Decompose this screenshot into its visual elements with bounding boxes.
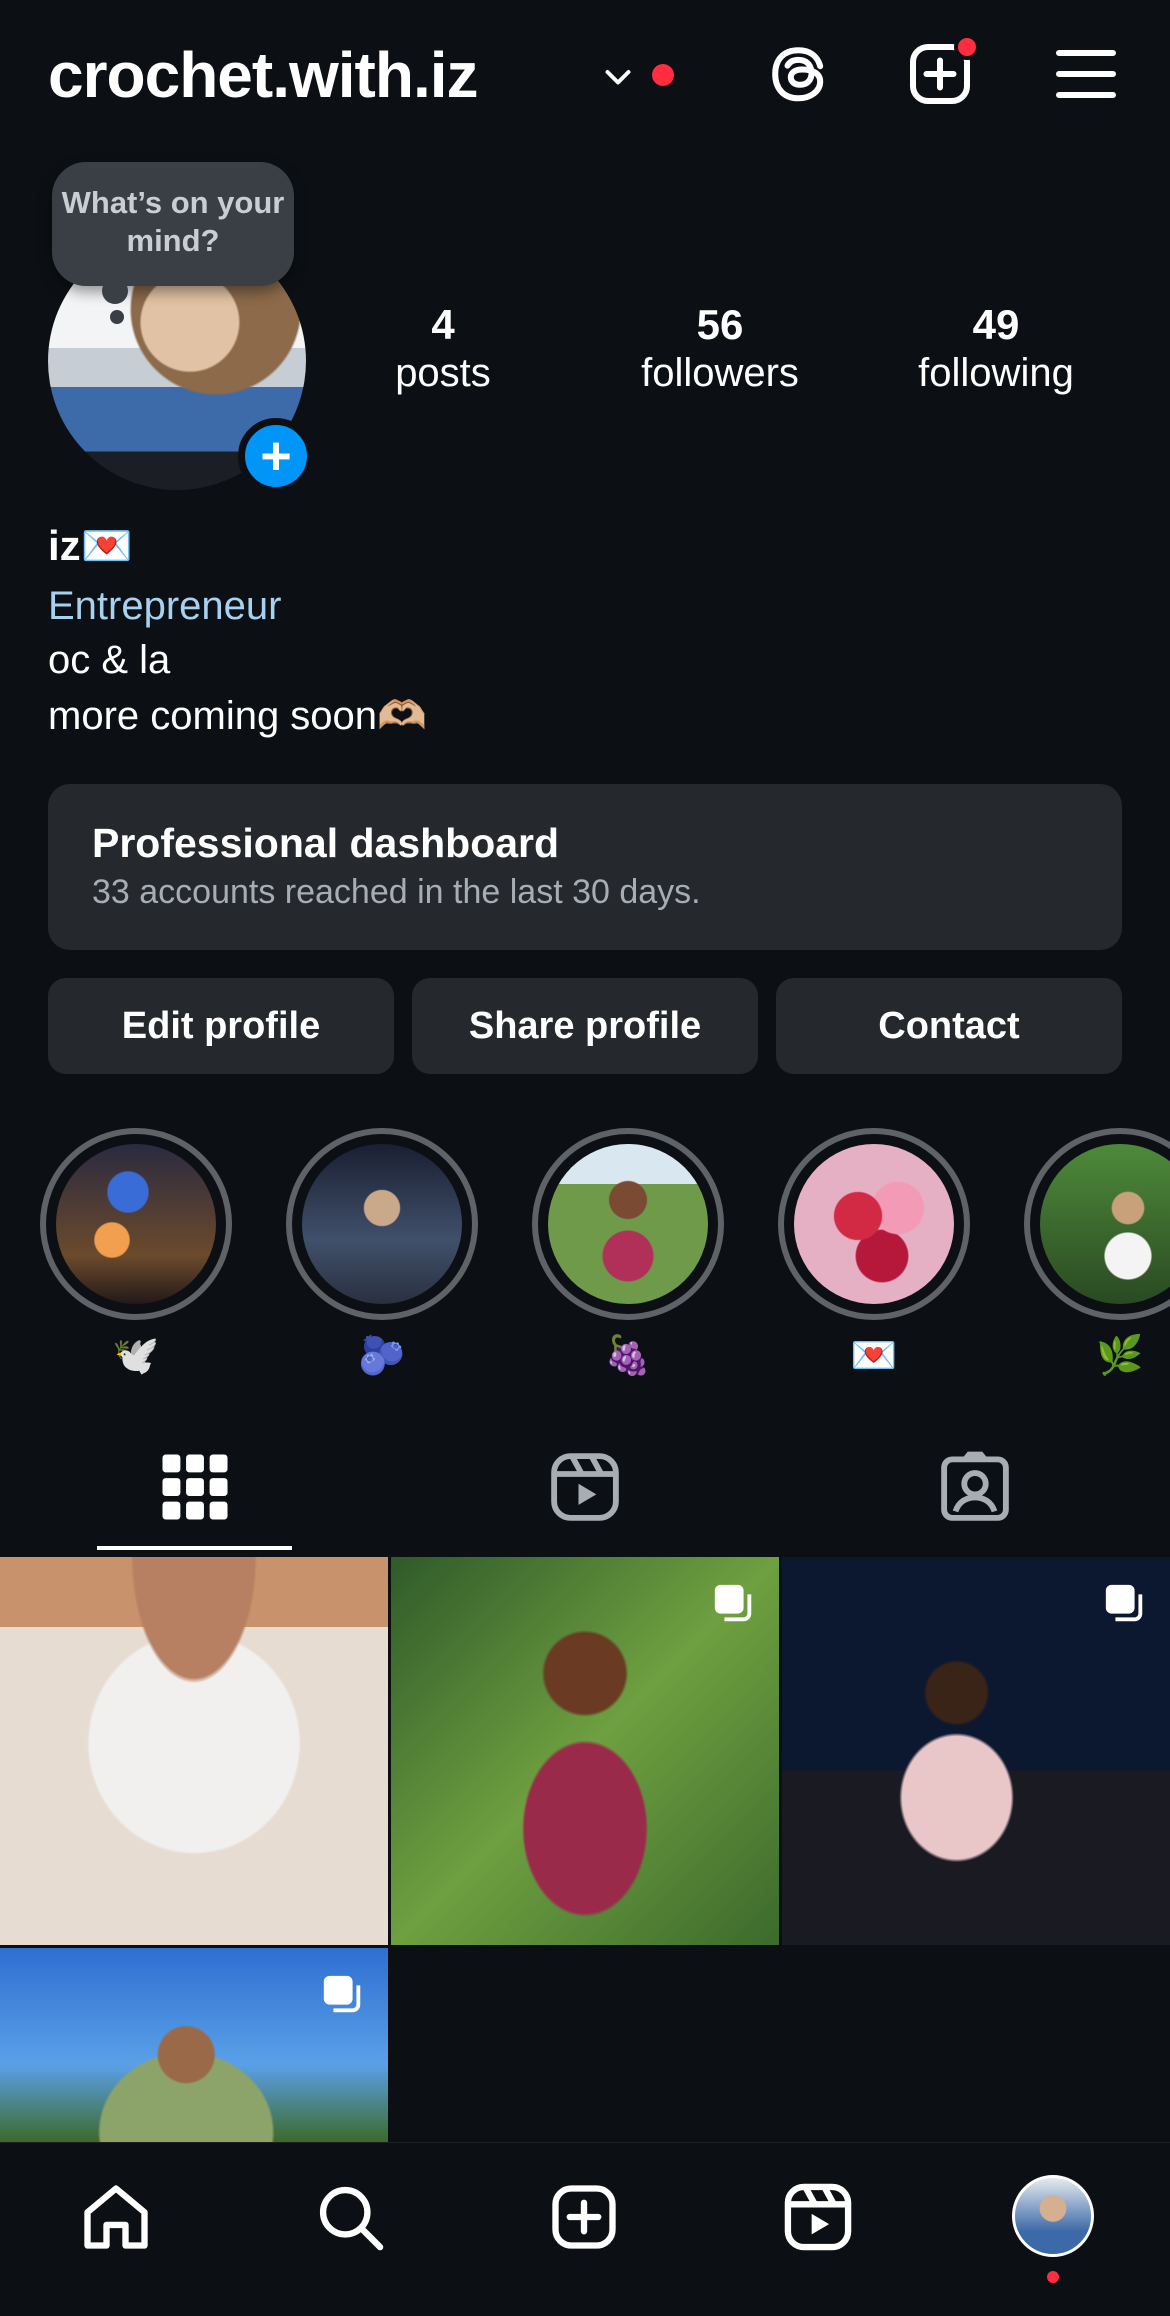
stat-posts[interactable]: 4 posts — [333, 300, 553, 396]
highlight-label: 🍇 — [604, 1335, 652, 1377]
highlight-label: 🕊️ — [112, 1335, 160, 1377]
following-label: following — [918, 351, 1074, 395]
highlight-ring — [778, 1128, 970, 1320]
active-tab-indicator — [97, 1546, 292, 1550]
highlight-ring — [532, 1128, 724, 1320]
highlight-label: 🌿 — [1096, 1335, 1144, 1377]
add-story-plus-icon[interactable]: + — [238, 418, 314, 494]
followers-label: followers — [641, 351, 799, 395]
bio-line: more coming soon🫶🏼 — [48, 694, 427, 738]
share-profile-button[interactable]: Share profile — [412, 978, 758, 1074]
dashboard-title: Professional dashboard — [92, 820, 560, 866]
bottom-navigation — [0, 2142, 1170, 2316]
following-count: 49 — [972, 301, 1020, 348]
home-icon[interactable] — [78, 2179, 154, 2255]
stat-followers[interactable]: 56 followers — [610, 300, 830, 396]
account-switcher-username[interactable]: crochet.with.iz — [48, 38, 478, 112]
story-highlight[interactable]: 🌿 — [1024, 1128, 1170, 1378]
carousel-icon — [1105, 1584, 1143, 1622]
bio-line: oc & la — [48, 638, 171, 682]
carousel-icon — [323, 1975, 361, 2013]
profile-notification-dot — [1047, 2271, 1059, 2283]
highlight-label: 🫐 — [358, 1335, 406, 1377]
profile-category[interactable]: Entrepreneur — [48, 584, 281, 629]
note-bubble-tail-small — [110, 310, 124, 324]
stat-following[interactable]: 49 following — [886, 300, 1106, 396]
create-notification-dot — [954, 34, 980, 60]
followers-count: 56 — [696, 301, 744, 348]
highlight-ring — [40, 1128, 232, 1320]
create-icon[interactable] — [546, 2179, 622, 2255]
story-highlight[interactable]: 💌 — [778, 1128, 970, 1378]
dashboard-subtitle: 33 accounts reached in the last 30 days. — [92, 873, 701, 911]
highlight-label: 💌 — [850, 1335, 898, 1377]
reels-icon[interactable] — [780, 2179, 856, 2255]
chevron-down-icon[interactable] — [600, 60, 636, 96]
profile-tab-avatar[interactable] — [1012, 2175, 1094, 2257]
posts-grid-tab-icon[interactable] — [156, 1448, 234, 1526]
highlight-ring — [286, 1128, 478, 1320]
post-thumbnail[interactable] — [391, 1557, 779, 1945]
posts-count: 4 — [431, 301, 455, 348]
professional-dashboard-card[interactable]: Professional dashboard 33 accounts reach… — [48, 784, 1122, 950]
posts-label: posts — [395, 351, 491, 395]
highlight-cover — [1040, 1144, 1170, 1304]
edit-profile-button[interactable]: Edit profile — [48, 978, 394, 1074]
story-highlight[interactable]: 🕊️ — [40, 1128, 232, 1378]
note-bubble[interactable]: What’s on your mind? — [52, 162, 294, 286]
highlight-ring — [1024, 1128, 1170, 1320]
hamburger-menu-icon[interactable] — [1050, 38, 1122, 110]
post-thumbnail[interactable] — [782, 1557, 1170, 1945]
story-highlight[interactable]: 🍇 — [532, 1128, 724, 1378]
highlight-cover — [302, 1144, 462, 1304]
notification-dot — [652, 64, 674, 86]
story-highlight[interactable]: 🫐 — [286, 1128, 478, 1378]
threads-icon[interactable] — [762, 38, 834, 110]
highlight-cover — [794, 1144, 954, 1304]
profile-display-name: iz💌 — [48, 522, 133, 569]
post-thumbnail[interactable] — [0, 1557, 388, 1945]
post-thumbnail[interactable] — [0, 1948, 388, 2142]
highlight-cover — [548, 1144, 708, 1304]
note-bubble-tail — [102, 278, 128, 304]
tagged-tab-icon[interactable] — [936, 1448, 1014, 1526]
search-icon[interactable] — [312, 2179, 388, 2255]
carousel-icon — [714, 1584, 752, 1622]
highlight-cover — [56, 1144, 216, 1304]
reels-tab-icon[interactable] — [546, 1448, 624, 1526]
top-bar: crochet.with.iz — [0, 0, 1170, 150]
contact-button[interactable]: Contact — [776, 978, 1122, 1074]
